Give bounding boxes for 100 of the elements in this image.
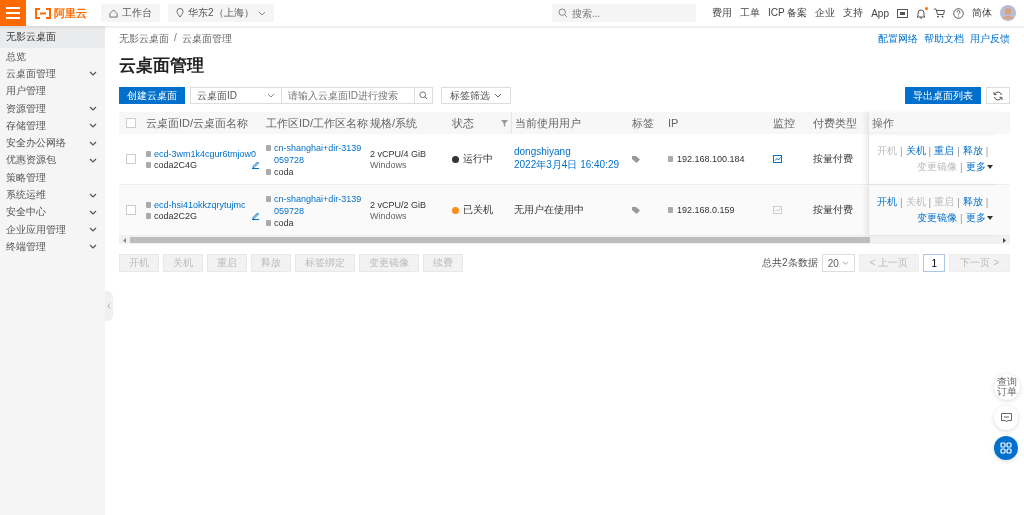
sidebar-item[interactable]: 终端管理 — [0, 238, 105, 256]
arrow-left-icon[interactable] — [122, 237, 127, 243]
action-link[interactable]: 开机 — [877, 195, 897, 209]
search-button[interactable] — [415, 87, 433, 104]
desktop-name: coda2C4G — [154, 159, 198, 170]
action-link[interactable]: 释放 — [962, 144, 983, 158]
search-field[interactable]: 搜索... — [551, 4, 696, 22]
action-link[interactable]: 释放 — [962, 195, 983, 209]
help-icon[interactable] — [953, 7, 964, 19]
bell-icon[interactable] — [916, 7, 926, 19]
create-button[interactable]: 创建云桌面 — [119, 87, 185, 104]
chevron-down-icon — [89, 227, 97, 233]
select-all-checkbox[interactable] — [126, 118, 136, 128]
breadcrumb-link[interactable]: 无影云桌面 — [119, 32, 169, 46]
column-header: 付费类型 — [813, 115, 857, 131]
screen-icon[interactable] — [897, 8, 908, 18]
refresh-icon — [993, 90, 1003, 101]
sidebar-item[interactable]: 用户管理 — [0, 82, 105, 100]
chevron-down-icon — [89, 140, 97, 146]
nav-link[interactable]: 工单 — [739, 6, 760, 20]
desktop-id-link[interactable]: ecd-3wm1k4cgur6tmjow0 — [154, 148, 257, 159]
sidebar-item[interactable]: 存储管理 — [0, 117, 105, 135]
status-text: 运行中 — [463, 152, 493, 166]
action-link[interactable]: 更多 — [965, 211, 993, 225]
nav-link[interactable]: 支持 — [843, 6, 864, 20]
user-text: 无用户在使用中 — [514, 203, 584, 217]
menu-button[interactable] — [0, 0, 26, 26]
avatar-icon[interactable] — [1000, 5, 1016, 21]
header-link[interactable]: 配置网络 — [878, 32, 918, 46]
sidebar-item[interactable]: 企业应用管理 — [0, 220, 105, 239]
chevron-down-icon — [494, 93, 502, 98]
column-header: 工作区ID/工作区名称 — [266, 115, 369, 131]
desktop-id-link[interactable]: ecd-hsi41okkzqrytujmc — [154, 199, 246, 210]
column-header: 当前使用用户 — [515, 115, 581, 131]
chevron-down-icon — [89, 192, 97, 198]
workbench-button[interactable]: 工作台 — [101, 4, 160, 22]
spec-text: 2 vCPU/4 GiB — [370, 148, 427, 159]
edit-icon[interactable] — [251, 211, 260, 220]
action-separator: | — [960, 161, 963, 173]
arrow-right-icon[interactable] — [1002, 237, 1007, 243]
chart-icon[interactable] — [773, 155, 782, 163]
header-link[interactable]: 帮助文档 — [924, 32, 964, 46]
row-checkbox[interactable] — [126, 205, 136, 215]
page-title: 云桌面管理 — [119, 55, 205, 77]
apps-button[interactable] — [994, 436, 1018, 460]
refresh-button[interactable] — [986, 87, 1010, 104]
logo[interactable]: 阿里云 — [34, 5, 87, 21]
feedback-button[interactable] — [994, 406, 1018, 430]
chevron-down-icon — [89, 71, 97, 77]
desktop-name: coda2C2G — [154, 210, 198, 221]
tag-icon[interactable] — [632, 155, 640, 163]
action-link[interactable]: 重启 — [934, 144, 955, 158]
action-link[interactable]: 变更镜像 — [917, 211, 957, 225]
ip-text: 192.168.100.184 — [677, 154, 745, 164]
sidebar-item[interactable]: 安全办公网络 — [0, 134, 105, 152]
workspace-id-link[interactable]: cn-shanghai+dir-3139059728 — [274, 192, 364, 217]
page-number-button[interactable]: 1 — [923, 254, 946, 272]
language-link[interactable]: 简体 — [972, 6, 992, 20]
workspace-id-link[interactable]: cn-shanghai+dir-3139059728 — [274, 141, 364, 166]
home-icon — [109, 8, 118, 18]
search-field[interactable]: 请输入云桌面ID进行搜索 — [282, 87, 415, 104]
action-separator: | — [900, 196, 903, 208]
user-link[interactable]: dongshiyang — [514, 146, 571, 157]
nav-link[interactable]: App — [871, 7, 889, 19]
header-link[interactable]: 用户反馈 — [970, 32, 1010, 46]
sidebar-item[interactable]: 云桌面管理 — [0, 65, 105, 83]
page-size-dropdown[interactable]: 20 — [821, 254, 855, 272]
tag-icon[interactable] — [632, 206, 640, 214]
sidebar-item[interactable]: 优惠资源包 — [0, 151, 105, 170]
filter-icon[interactable] — [501, 119, 508, 127]
action-separator: | — [985, 145, 989, 157]
nav-link[interactable]: ICP 备案 — [767, 6, 808, 20]
order-query-button[interactable]: 查询订单 — [994, 374, 1020, 400]
cart-icon[interactable] — [934, 8, 945, 18]
horizontal-scrollbar[interactable] — [119, 236, 1010, 244]
action-link[interactable]: 关机 — [905, 144, 926, 158]
sidebar-item[interactable]: 系统运维 — [0, 186, 105, 204]
sidebar-item[interactable]: 总览 — [0, 48, 105, 66]
action-link[interactable]: 更多 — [965, 160, 993, 174]
region-selector[interactable]: 华东2（上海） — [168, 4, 274, 22]
breadcrumb-link[interactable]: 云桌面管理 — [181, 32, 232, 46]
nav-link[interactable]: 费用 — [711, 6, 732, 20]
ip-text: 192.168.0.159 — [677, 205, 735, 215]
nav-link[interactable]: 企业 — [815, 6, 836, 20]
edit-icon[interactable] — [251, 160, 260, 169]
row-checkbox[interactable] — [126, 154, 136, 164]
tag-filter-dropdown[interactable]: 标签筛选 — [441, 87, 511, 104]
sidebar-item[interactable]: 安全中心 — [0, 203, 105, 221]
sidebar-item[interactable]: 策略管理 — [0, 169, 105, 187]
sidebar-item[interactable]: 资源管理 — [0, 99, 105, 118]
chevron-down-icon — [89, 123, 97, 129]
collapse-handle[interactable] — [105, 291, 113, 321]
action-separator: | — [957, 196, 960, 208]
breadcrumb-separator: / — [174, 32, 177, 45]
scrollbar-thumb[interactable] — [130, 237, 870, 243]
filter-dropdown[interactable]: 云桌面ID — [190, 87, 282, 104]
menu-icon — [6, 7, 20, 19]
action-separator: | — [928, 196, 932, 208]
apps-icon — [1000, 442, 1012, 454]
export-button[interactable]: 导出桌面列表 — [905, 87, 981, 104]
